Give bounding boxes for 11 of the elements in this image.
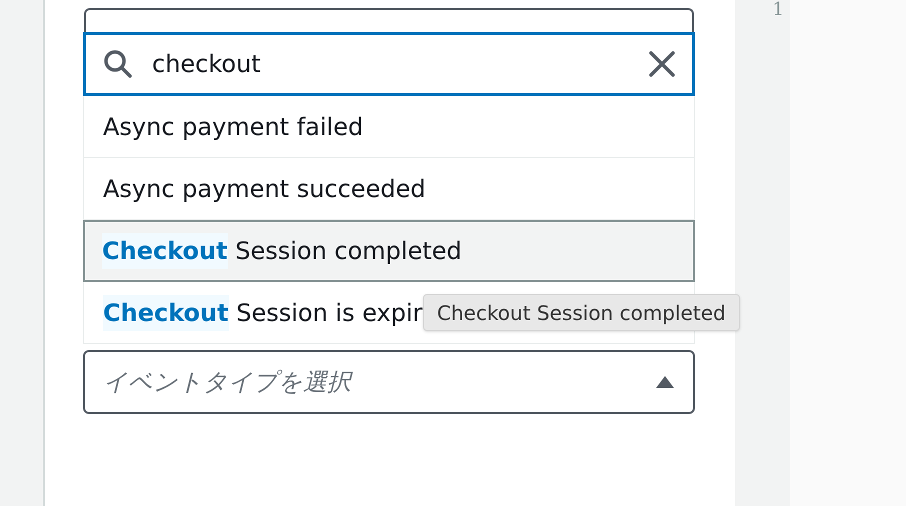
tooltip: Checkout Session completed <box>423 294 740 331</box>
search-text: checkout <box>152 49 262 80</box>
search-field[interactable]: checkout <box>83 32 695 96</box>
dropdown-option[interactable]: Checkout Session completed <box>83 220 695 282</box>
dropdown-option[interactable]: Async payment failed <box>83 96 695 158</box>
search-icon <box>102 48 134 80</box>
line-number: 1 <box>772 0 784 20</box>
select-field[interactable]: イベントタイプを選択 <box>83 350 695 414</box>
close-icon[interactable] <box>648 50 676 78</box>
select-field[interactable] <box>84 8 694 32</box>
dropdown-option[interactable]: Async payment succeeded <box>83 158 695 220</box>
